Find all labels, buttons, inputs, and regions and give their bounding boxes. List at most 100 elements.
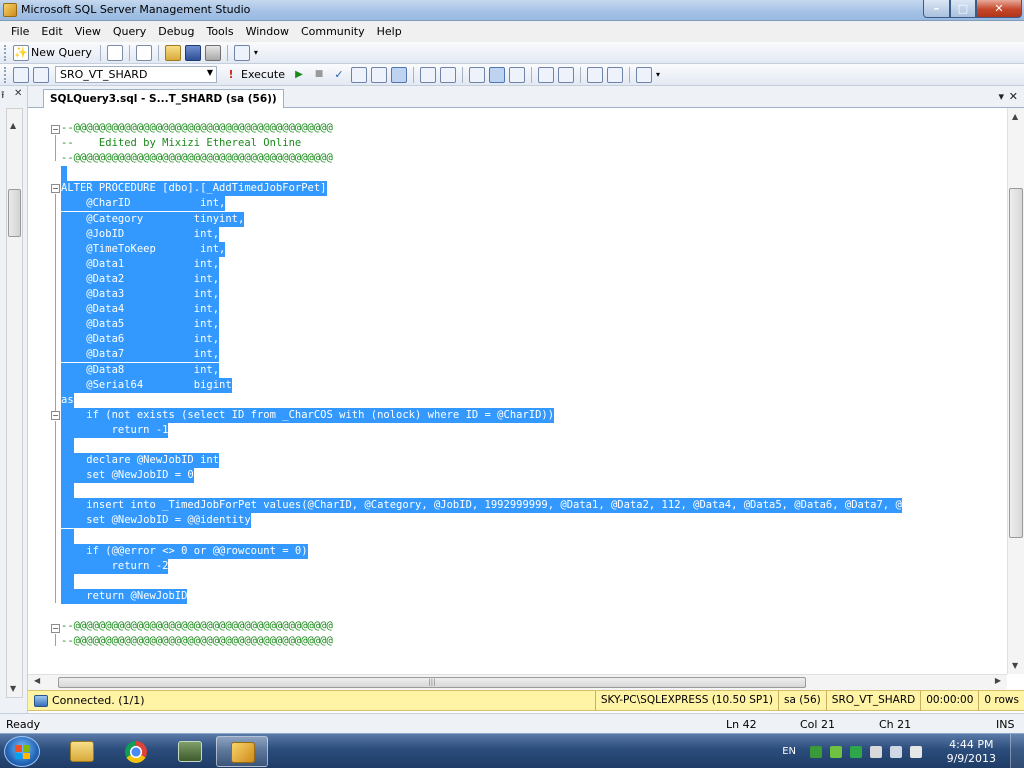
include-plan-icon[interactable] (440, 66, 456, 83)
code-line[interactable]: @Data2 int, (61, 271, 902, 287)
toolbar-grip[interactable] (4, 44, 7, 61)
display-plan-icon[interactable] (351, 66, 367, 83)
new-query-button[interactable]: New Query (31, 46, 92, 59)
results-to-file-icon[interactable] (509, 66, 525, 83)
menu-help[interactable]: Help (371, 25, 408, 38)
code-line[interactable]: --@@@@@@@@@@@@@@@@@@@@@@@@@@@@@@@@@@@@@@… (61, 619, 902, 634)
code-line[interactable]: --@@@@@@@@@@@@@@@@@@@@@@@@@@@@@@@@@@@@@@… (61, 151, 902, 166)
results-to-icon[interactable] (391, 66, 407, 83)
code-line[interactable]: ALTER PROCEDURE [dbo].[_AddTimedJobForPe… (61, 181, 902, 197)
scroll-left-icon[interactable]: ◀ (34, 676, 40, 685)
language-indicator[interactable]: EN (782, 746, 796, 757)
print-icon[interactable] (204, 44, 221, 61)
code-line[interactable]: --@@@@@@@@@@@@@@@@@@@@@@@@@@@@@@@@@@@@@@… (61, 121, 902, 136)
code-line[interactable]: @TimeToKeep int, (61, 241, 902, 257)
code-line[interactable]: return @NewJobID (61, 588, 902, 604)
code-line[interactable]: @Data8 int, (61, 362, 902, 378)
code-line[interactable] (61, 437, 902, 453)
code-line[interactable]: @Data4 int, (61, 302, 902, 318)
action-center-flag-icon[interactable] (870, 745, 882, 758)
taskbar-app[interactable] (164, 736, 216, 767)
scroll-up-icon[interactable]: ▲ (10, 121, 16, 130)
code-line[interactable]: @Category tinyint, (61, 211, 902, 227)
tray-app-icon[interactable] (830, 745, 842, 758)
results-to-text-icon[interactable] (469, 66, 485, 83)
new-project-icon[interactable] (135, 44, 152, 61)
tab-list-icon[interactable]: ▾ (998, 90, 1004, 103)
scroll-up-icon[interactable]: ▲ (1012, 112, 1018, 121)
code-line[interactable]: set @NewJobID = 0 (61, 468, 902, 484)
intellisense-icon[interactable] (420, 66, 436, 83)
scroll-down-icon[interactable]: ▼ (1012, 661, 1018, 670)
menu-community[interactable]: Community (295, 25, 371, 38)
fold-toggle-icon[interactable]: − (51, 411, 60, 420)
taskbar-explorer[interactable] (56, 736, 108, 767)
code-line[interactable]: @Data6 int, (61, 332, 902, 348)
code-line[interactable]: return -1 (61, 422, 902, 438)
code-line[interactable]: if (@@error <> 0 or @@rowcount = 0) (61, 543, 902, 559)
code-line[interactable]: as (61, 392, 902, 408)
code-line[interactable]: --@@@@@@@@@@@@@@@@@@@@@@@@@@@@@@@@@@@@@@… (61, 634, 902, 649)
toolbar-overflow-icon[interactable]: ▾ (254, 48, 258, 57)
execute-button[interactable]: Execute (241, 68, 285, 81)
cancel-query-icon[interactable]: ■ (311, 67, 327, 83)
close-button[interactable]: ✕ (976, 0, 1022, 18)
code-line[interactable] (61, 483, 902, 499)
fold-toggle-icon[interactable]: − (51, 184, 60, 193)
connect-icon[interactable] (13, 66, 29, 83)
code-line[interactable]: @Data5 int, (61, 317, 902, 333)
toolbar-grip[interactable] (4, 66, 7, 83)
code-line[interactable]: @Serial64 bigint (61, 377, 902, 393)
pin-icon[interactable]: ⭱ (1, 88, 5, 105)
start-button[interactable] (4, 736, 40, 767)
code-line[interactable]: -- Edited by Mixizi Ethereal Online (61, 136, 902, 151)
menu-window[interactable]: Window (240, 25, 295, 38)
code-line[interactable] (61, 166, 902, 182)
fold-toggle-icon[interactable]: − (51, 624, 60, 633)
code-line[interactable]: @Data3 int, (61, 287, 902, 303)
maximize-button[interactable]: □ (950, 0, 976, 18)
code-line[interactable] (61, 604, 902, 619)
code-line[interactable]: @Data7 int, (61, 347, 902, 363)
left-scroll-thumb[interactable] (8, 189, 21, 237)
editor-horizontal-scrollbar[interactable]: ◀ ||| ▶ (28, 674, 1007, 690)
comment-lines-icon[interactable] (538, 66, 554, 83)
tab-sqlquery3[interactable]: SQLQuery3.sql - S...T_SHARD (sa (56)) (43, 89, 284, 108)
code-line[interactable]: declare @NewJobID int (61, 453, 902, 469)
menu-view[interactable]: View (69, 25, 107, 38)
editor-hscroll-thumb[interactable]: ||| (58, 677, 806, 688)
code-line[interactable] (61, 573, 902, 589)
increase-indent-icon[interactable] (607, 66, 623, 83)
editor-vertical-scrollbar[interactable]: ▲ ▼ (1007, 108, 1024, 674)
change-connection-icon[interactable] (33, 66, 49, 83)
taskbar-chrome[interactable] (110, 736, 162, 767)
scroll-down-icon[interactable]: ▼ (10, 684, 16, 693)
close-panel-icon[interactable]: ✕ (14, 88, 22, 99)
menu-query[interactable]: Query (107, 25, 152, 38)
code-line[interactable]: @JobID int, (61, 226, 902, 242)
editor-scroll-thumb[interactable] (1009, 188, 1023, 538)
save-icon[interactable] (184, 44, 201, 61)
close-tab-icon[interactable]: ✕ (1009, 90, 1018, 103)
tray-app-icon[interactable] (850, 745, 862, 758)
new-query-icon[interactable]: ✨ (13, 44, 29, 61)
query-editor[interactable]: − − − − --@@@@@@@@@@@@@@@@@@@@@@@@@@@@@@… (28, 108, 1007, 674)
menu-tools[interactable]: Tools (200, 25, 239, 38)
activity-monitor-icon[interactable] (233, 44, 250, 61)
code-line[interactable]: set @NewJobID = @@identity (61, 513, 902, 529)
results-to-grid-icon[interactable] (489, 66, 505, 83)
scroll-right-icon[interactable]: ▶ (995, 676, 1001, 685)
code-line[interactable] (61, 528, 902, 544)
network-icon[interactable] (810, 745, 822, 758)
minimize-button[interactable]: – (923, 0, 950, 18)
new-file-icon[interactable] (106, 44, 123, 61)
toolbar-overflow-icon[interactable]: ▾ (656, 70, 660, 79)
volume-icon[interactable] (910, 745, 922, 758)
open-file-icon[interactable] (164, 44, 181, 61)
sql-code[interactable]: --@@@@@@@@@@@@@@@@@@@@@@@@@@@@@@@@@@@@@@… (61, 121, 902, 649)
code-line[interactable]: return -2 (61, 558, 902, 574)
uncomment-lines-icon[interactable] (558, 66, 574, 83)
menu-file[interactable]: File (5, 25, 35, 38)
system-clock[interactable]: 4:44 PM 9/9/2013 (947, 738, 996, 766)
specify-values-icon[interactable] (636, 66, 652, 83)
